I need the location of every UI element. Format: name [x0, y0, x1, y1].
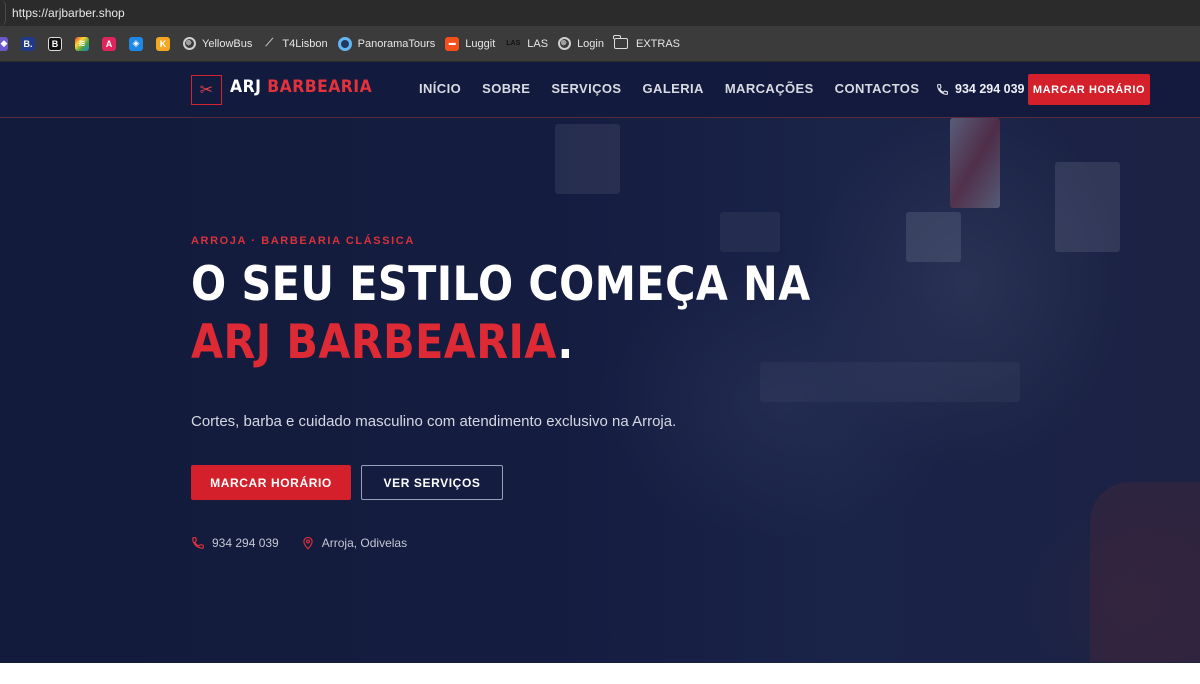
scissors-icon[interactable]: ✂	[191, 75, 222, 105]
bookmark-k[interactable]: K	[156, 36, 170, 51]
nav-link-marcacoes[interactable]: MARCAÇÕES	[725, 81, 814, 96]
hero-phone-number: 934 294 039	[212, 536, 279, 550]
location-pin-icon	[303, 536, 313, 550]
bookmark-airbnb[interactable]: A	[102, 36, 116, 51]
nav-link-galeria[interactable]: GALERIA	[643, 81, 704, 96]
hero-phone[interactable]: 934 294 039	[191, 536, 279, 550]
phone-icon	[192, 537, 204, 549]
bookmarks-bar: ◆ B. B ≋ A ◈ K YellowBus ⟋ T4Lisbon Panor…	[0, 26, 1200, 62]
pen-icon: ⟋	[265, 37, 274, 49]
hero-subtitle: Cortes, barba e cuidado masculino com at…	[191, 413, 677, 430]
booking-icon: B.	[21, 36, 35, 51]
hero-contact-info: 934 294 039 Arroja, Odivelas	[191, 536, 429, 550]
hero-location-text: Arroja, Odivelas	[321, 536, 408, 550]
background-pole	[950, 118, 1000, 208]
site-navbar: ✂ ARJ BARBEARIA INÍCIO SOBRE SERVIÇOS GA…	[0, 62, 1200, 118]
background-frame	[1055, 162, 1120, 252]
browser-url-bar[interactable]: https://arjbarber.shop	[0, 0, 1200, 26]
app-icon: ◆	[0, 36, 8, 51]
nav-link-sobre[interactable]: SOBRE	[482, 81, 530, 96]
url-text[interactable]: https://arjbarber.shop	[12, 6, 125, 20]
bookmark-colorful[interactable]: ≋	[75, 36, 89, 51]
bookmark-label: Login	[577, 37, 604, 50]
headline-white: O SEU ESTILO COMEÇA NA	[191, 257, 811, 312]
bookmark-las[interactable]: LAS LAS	[505, 36, 549, 51]
nav-book-button[interactable]: MARCAR HORÁRIO	[1028, 74, 1150, 105]
bookmark-booking[interactable]: B.	[21, 36, 35, 51]
k-icon: K	[156, 36, 170, 51]
bookmark-tool[interactable]: ◈	[129, 36, 143, 51]
bookmark-login[interactable]: Login	[558, 37, 604, 50]
bookmark-label: Luggit	[465, 37, 496, 50]
logo-text-red: BARBEARIA	[267, 77, 373, 97]
bookmark-label: LAS	[527, 37, 549, 50]
background-frame	[906, 212, 961, 262]
hero-headline: O SEU ESTILO COMEÇA NA ARJ BARBEARIA.	[191, 256, 825, 372]
view-services-button[interactable]: VER SERVIÇOS	[361, 465, 503, 500]
nav-link-servicos[interactable]: SERVIÇOS	[551, 81, 621, 96]
background-frame	[720, 212, 780, 252]
main-nav: INÍCIO SOBRE SERVIÇOS GALERIA MARCAÇÕES …	[419, 81, 940, 96]
headline-dot: .	[557, 315, 574, 370]
bookmark-t4lisbon[interactable]: ⟋ T4Lisbon	[262, 37, 328, 51]
bookmark-app-1[interactable]: ◆	[0, 36, 8, 51]
nav-link-contactos[interactable]: CONTACTOS	[835, 81, 920, 96]
notion-icon: B	[48, 36, 62, 51]
globe-icon	[558, 37, 572, 50]
colorful-icon: ≋	[75, 36, 89, 51]
bookmark-extras-folder[interactable]: EXTRAS	[613, 35, 680, 50]
nav-phone-number: 934 294 039	[955, 82, 1025, 96]
bookmark-yellowbus[interactable]: YellowBus	[183, 37, 252, 50]
website-hero: ✂ ARJ BARBEARIA INÍCIO SOBRE SERVIÇOS GA…	[0, 62, 1200, 663]
las-icon: LAS	[505, 36, 522, 51]
folder-icon	[613, 35, 628, 49]
bookmark-notion[interactable]: B	[48, 36, 62, 51]
background-chair	[1090, 482, 1200, 662]
nav-phone[interactable]: 934 294 039	[936, 82, 1025, 96]
airbnb-icon: A	[102, 36, 116, 51]
hero-eyebrow: ARROJA · BARBEARIA CLÁSSICA	[191, 235, 415, 247]
bookmark-label: EXTRAS	[635, 37, 680, 50]
globe-icon	[183, 37, 196, 50]
bookmark-label: PanoramaTours	[357, 37, 436, 50]
bookmark-label: T4Lisbon	[282, 37, 328, 50]
phone-icon	[937, 83, 948, 95]
site-logo[interactable]: ARJ BARBEARIA	[230, 77, 372, 97]
circle-icon	[337, 36, 352, 51]
luggit-icon: ▬	[445, 36, 460, 51]
nav-link-inicio[interactable]: INÍCIO	[419, 81, 461, 96]
headline-red: ARJ BARBEARIA	[191, 315, 558, 370]
bookmark-panoramatours[interactable]: PanoramaTours	[337, 36, 436, 51]
tab-edge	[0, 0, 6, 26]
bookmark-label: YellowBus	[202, 37, 253, 50]
logo-text-white: ARJ	[230, 77, 262, 97]
book-appointment-button[interactable]: MARCAR HORÁRIO	[191, 465, 351, 500]
bookmark-luggit[interactable]: ▬ Luggit	[445, 36, 496, 51]
tool-icon: ◈	[129, 36, 143, 51]
background-frame	[555, 124, 620, 194]
hero-location[interactable]: Arroja, Odivelas	[301, 536, 407, 550]
